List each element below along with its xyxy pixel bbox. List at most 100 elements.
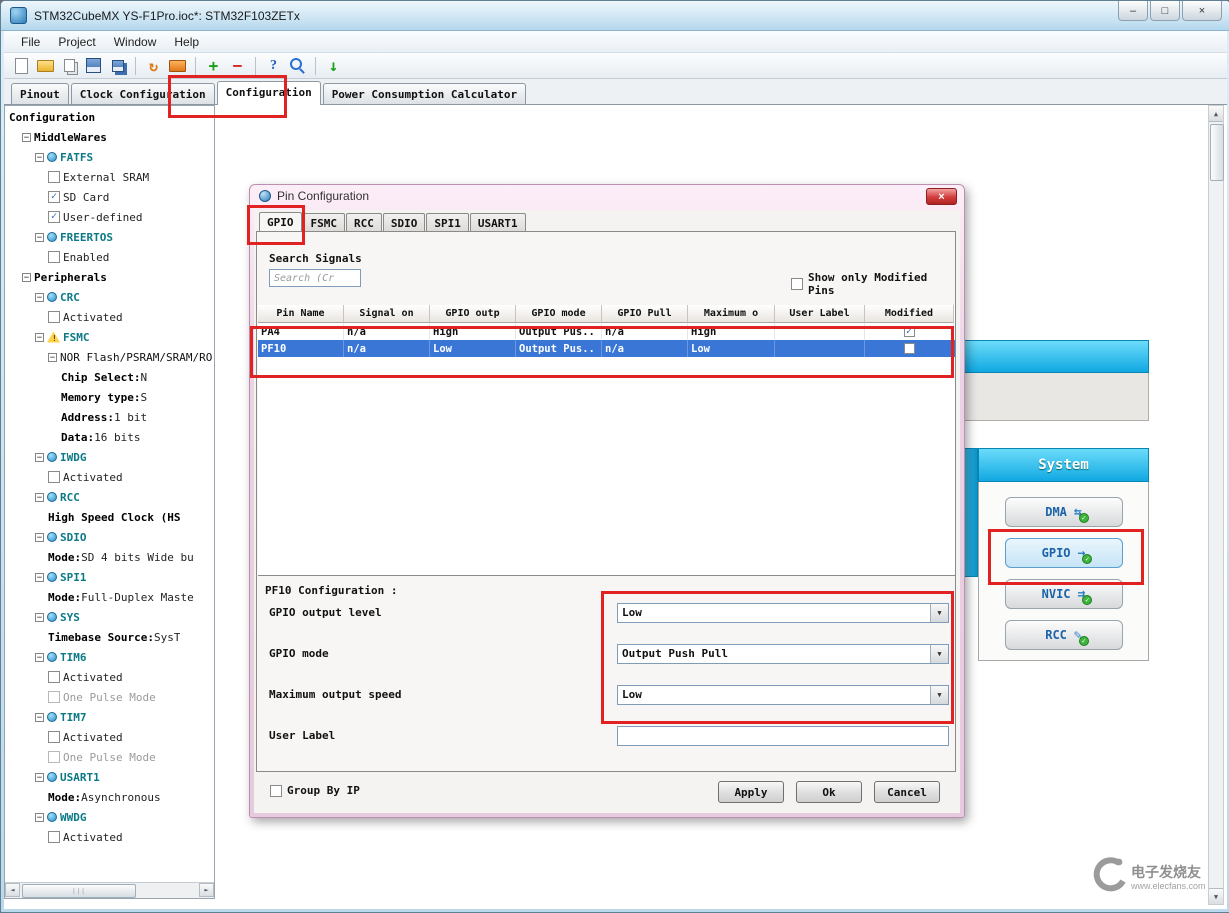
tree-node[interactable]: − FSMC (5, 327, 214, 347)
tree-node[interactable]: Activated (5, 467, 214, 487)
checkbox[interactable] (48, 171, 60, 183)
combo-gpio-output-level[interactable]: Low ▼ (617, 603, 949, 623)
dialog-tab-gpio[interactable]: GPIO (259, 212, 302, 233)
minus-icon[interactable] (228, 56, 247, 75)
dialog-tab-rcc[interactable]: RCC (346, 213, 382, 232)
tree-node[interactable]: − Peripherals (5, 267, 214, 287)
expand-toggle-icon[interactable]: − (48, 352, 57, 362)
menu-item-file[interactable]: File (12, 33, 49, 51)
table-row[interactable]: PA4 n/a High Output Pus.. n/a High ✓ (258, 323, 955, 340)
checkbox[interactable]: ✓ (48, 211, 60, 223)
search-icon[interactable] (288, 56, 307, 75)
tree-node[interactable]: External SRAM (5, 167, 214, 187)
system-button-gpio[interactable]: GPIO → ✓ (1004, 538, 1123, 568)
menu-item-window[interactable]: Window (105, 33, 166, 51)
expand-toggle-icon[interactable]: − (35, 232, 44, 242)
tree-node[interactable]: − SDIO (5, 527, 214, 547)
system-button-nvic[interactable]: NVIC ⇉ ✓ (1004, 579, 1123, 609)
apply-button[interactable]: Apply (718, 781, 784, 803)
tree-node[interactable]: − CRC (5, 287, 214, 307)
minimize-button[interactable]: – (1118, 1, 1148, 21)
checkbox[interactable] (48, 691, 60, 703)
group-by-ip-checkbox[interactable] (270, 784, 282, 797)
combo-maximum-output-speed[interactable]: Low ▼ (617, 685, 949, 705)
modified-checkbox[interactable] (903, 343, 915, 354)
tree-node[interactable]: Chip Select:N (5, 367, 214, 387)
expand-toggle-icon[interactable]: − (35, 612, 44, 622)
tree-node[interactable]: − NOR Flash/PSRAM/SRAM/RO (5, 347, 214, 367)
tree-node[interactable]: Mode:SD 4 bits Wide bu (5, 547, 214, 567)
dropdown-arrow-icon[interactable]: ▼ (930, 604, 948, 622)
scrollbar-thumb[interactable] (1210, 124, 1224, 181)
dialog-tab-sdio[interactable]: SDIO (382, 213, 426, 232)
system-button-rcc[interactable]: RCC ✎ ✓ (1004, 620, 1123, 650)
expand-toggle-icon[interactable]: − (35, 572, 44, 582)
new-file-icon[interactable] (12, 56, 31, 75)
tree-node[interactable]: − FREERTOS (5, 227, 214, 247)
tree-node[interactable]: − TIM7 (5, 707, 214, 727)
checkbox[interactable] (48, 671, 60, 683)
tree-node[interactable]: Address:1 bit (5, 407, 214, 427)
tree-node[interactable]: − FATFS (5, 147, 214, 167)
save-all-icon[interactable] (108, 56, 127, 75)
dialog-tab-spi1[interactable]: SPI1 (426, 213, 469, 232)
scrollbar-thumb[interactable]: ||| (22, 884, 136, 898)
tree-node[interactable]: Timebase Source:SysT (5, 627, 214, 647)
tree-node[interactable]: Data:16 bits (5, 427, 214, 447)
tree-node[interactable]: Mode:Asynchronous (5, 787, 214, 807)
plus-icon[interactable] (204, 56, 223, 75)
tree-node[interactable]: − RCC (5, 487, 214, 507)
expand-toggle-icon[interactable]: − (35, 652, 44, 662)
tab-configuration[interactable]: Configuration (216, 81, 321, 105)
tree-node[interactable]: − IWDG (5, 447, 214, 467)
checkbox[interactable] (48, 831, 60, 843)
tree-node[interactable]: ✓ User-defined (5, 207, 214, 227)
maximize-button[interactable]: □ (1150, 1, 1180, 21)
tree-node[interactable]: − SYS (5, 607, 214, 627)
tree-horizontal-scrollbar[interactable]: ◄ ||| ► (5, 882, 214, 898)
expand-toggle-icon[interactable]: − (35, 812, 44, 822)
expand-toggle-icon[interactable]: − (35, 492, 44, 502)
expand-toggle-icon[interactable]: − (35, 452, 44, 462)
checkbox[interactable] (48, 251, 60, 263)
ok-button[interactable]: Ok (796, 781, 862, 803)
dialog-tab-usart1[interactable]: USART1 (469, 213, 526, 232)
dropdown-arrow-icon[interactable]: ▼ (930, 645, 948, 663)
tab-pinout[interactable]: Pinout (11, 83, 69, 104)
tree-node[interactable]: − WWDG (5, 807, 214, 827)
menu-item-help[interactable]: Help (165, 33, 208, 51)
tree-node[interactable]: − USART1 (5, 767, 214, 787)
open-icon[interactable] (36, 56, 55, 75)
tree-node[interactable]: Activated (5, 307, 214, 327)
checkbox[interactable] (48, 731, 60, 743)
tree-node[interactable]: One Pulse Mode (5, 747, 214, 767)
dialog-close-button[interactable]: × (926, 188, 957, 205)
tab-clock-configuration[interactable]: Clock Configuration (70, 83, 215, 104)
tree-node[interactable]: Mode:Full-Duplex Maste (5, 587, 214, 607)
scroll-left-icon[interactable]: ◄ (5, 883, 20, 897)
tab-power-consumption-calculator[interactable]: Power Consumption Calculator (322, 83, 527, 104)
expand-toggle-icon[interactable]: − (22, 272, 31, 282)
help-icon[interactable] (264, 56, 283, 75)
checkbox[interactable] (48, 751, 60, 763)
tree-node[interactable]: Activated (5, 727, 214, 747)
show-only-modified-checkbox[interactable] (791, 278, 803, 290)
tree-node[interactable]: ✓ SD Card (5, 187, 214, 207)
refresh-icon[interactable] (144, 56, 163, 75)
expand-toggle-icon[interactable]: − (35, 292, 44, 302)
main-vertical-scrollbar[interactable]: ▲ ▼ (1208, 105, 1224, 905)
search-input[interactable] (269, 269, 361, 287)
save-icon[interactable] (84, 56, 103, 75)
scroll-right-icon[interactable]: ► (199, 883, 214, 897)
checkbox[interactable]: ✓ (48, 191, 60, 203)
tree-node[interactable]: High Speed Clock (HS (5, 507, 214, 527)
system-button-dma[interactable]: DMA ⇆ ✓ (1004, 497, 1123, 527)
checkbox[interactable] (48, 471, 60, 483)
checkbox[interactable] (48, 311, 60, 323)
expand-toggle-icon[interactable]: − (35, 152, 44, 162)
expand-toggle-icon[interactable]: − (35, 332, 44, 342)
generate-code-icon[interactable] (324, 56, 343, 75)
tree-node[interactable]: − TIM6 (5, 647, 214, 667)
tree-node[interactable]: One Pulse Mode (5, 687, 214, 707)
cancel-button[interactable]: Cancel (874, 781, 940, 803)
